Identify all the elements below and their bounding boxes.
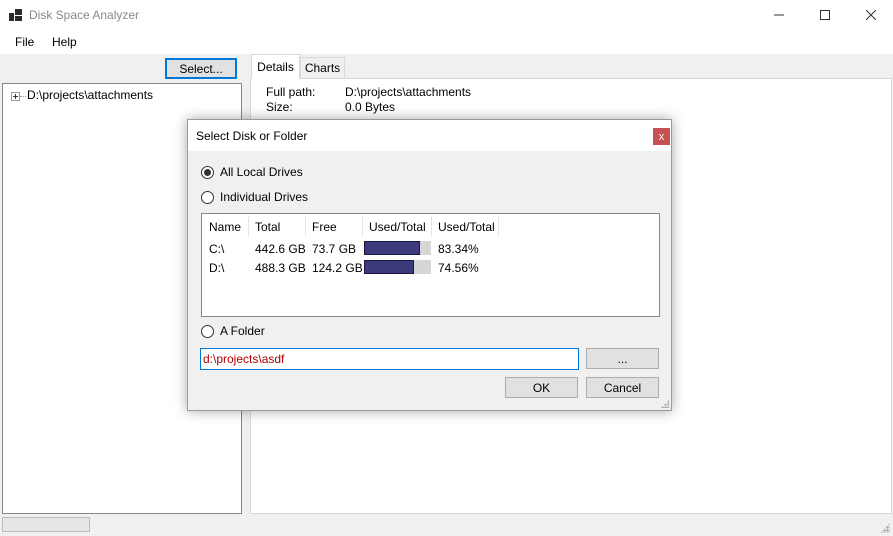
- menu-file[interactable]: File: [15, 35, 34, 49]
- drive-total: 488.3 GB: [255, 261, 306, 275]
- folder-path-input[interactable]: [200, 348, 579, 370]
- drive-used-pct: 74.56%: [438, 261, 479, 275]
- drive-list[interactable]: Name Total Free Used/Total Used/Total C:…: [201, 213, 660, 317]
- browse-button[interactable]: ...: [586, 348, 659, 369]
- drive-usage-fill: [364, 241, 420, 255]
- size-label: Size:: [266, 100, 293, 114]
- radio-folder[interactable]: A Folder: [201, 324, 265, 338]
- dialog-close-button[interactable]: x: [653, 128, 670, 145]
- menu-bar: File Help: [0, 30, 893, 54]
- radio-unchecked-icon[interactable]: [201, 190, 214, 204]
- title-bar: Disk Space Analyzer: [0, 0, 893, 30]
- tree-node-root[interactable]: D:\projects\attachments: [27, 88, 153, 102]
- column-total[interactable]: Total: [255, 220, 280, 234]
- window-title: Disk Space Analyzer: [29, 8, 140, 22]
- radio-checked-icon[interactable]: [201, 165, 214, 179]
- drive-name: D:\: [209, 261, 225, 275]
- maximize-button[interactable]: [802, 0, 848, 30]
- drive-used-pct: 83.34%: [438, 242, 479, 256]
- drive-total: 442.6 GB: [255, 242, 306, 256]
- status-progress-bar: [2, 517, 90, 532]
- status-bar: [0, 515, 893, 536]
- drive-free: 124.2 GB: [312, 261, 363, 275]
- select-button[interactable]: Select...: [165, 58, 237, 79]
- drive-usage-bar: [364, 260, 431, 274]
- drive-usage-bar: [364, 241, 431, 255]
- maximize-icon: [820, 10, 830, 20]
- dialog-title: Select Disk or Folder: [196, 129, 308, 143]
- radio-individual-drives[interactable]: Individual Drives: [201, 190, 308, 204]
- radio-individual-drives-label: Individual Drives: [220, 190, 309, 204]
- radio-folder-label: A Folder: [220, 324, 265, 338]
- close-button[interactable]: [848, 0, 893, 30]
- expand-icon[interactable]: [11, 92, 20, 101]
- minimize-button[interactable]: [756, 0, 802, 30]
- tab-details[interactable]: Details: [251, 54, 300, 79]
- radio-all-drives[interactable]: All Local Drives: [201, 165, 303, 179]
- dialog-resize-grip-icon[interactable]: [661, 400, 669, 408]
- tree-connector: [20, 96, 26, 97]
- drive-name: C:\: [209, 242, 225, 256]
- full-path-label: Full path:: [266, 85, 316, 99]
- full-path-value: D:\projects\attachments: [345, 85, 472, 99]
- column-free[interactable]: Free: [312, 220, 337, 234]
- cancel-button[interactable]: Cancel: [586, 377, 659, 398]
- ok-button[interactable]: OK: [505, 377, 578, 398]
- column-used-pct[interactable]: Used/Total: [438, 220, 495, 234]
- menu-help[interactable]: Help: [52, 35, 77, 49]
- close-icon: [866, 10, 876, 20]
- radio-unchecked-icon[interactable]: [201, 324, 214, 338]
- app-icon: [9, 9, 22, 21]
- radio-all-drives-label: All Local Drives: [220, 165, 303, 179]
- minimize-icon: [774, 14, 784, 16]
- column-used-bar[interactable]: Used/Total: [369, 220, 426, 234]
- column-name[interactable]: Name: [209, 220, 241, 234]
- dialog-title-bar: Select Disk or Folder x: [188, 120, 671, 151]
- tab-charts[interactable]: Charts: [300, 57, 345, 79]
- drive-usage-fill: [364, 260, 414, 274]
- select-dialog: Select Disk or Folder x All Local Drives…: [187, 119, 672, 411]
- size-value: 0.0 Bytes: [345, 100, 396, 114]
- drive-free: 73.7 GB: [312, 242, 357, 256]
